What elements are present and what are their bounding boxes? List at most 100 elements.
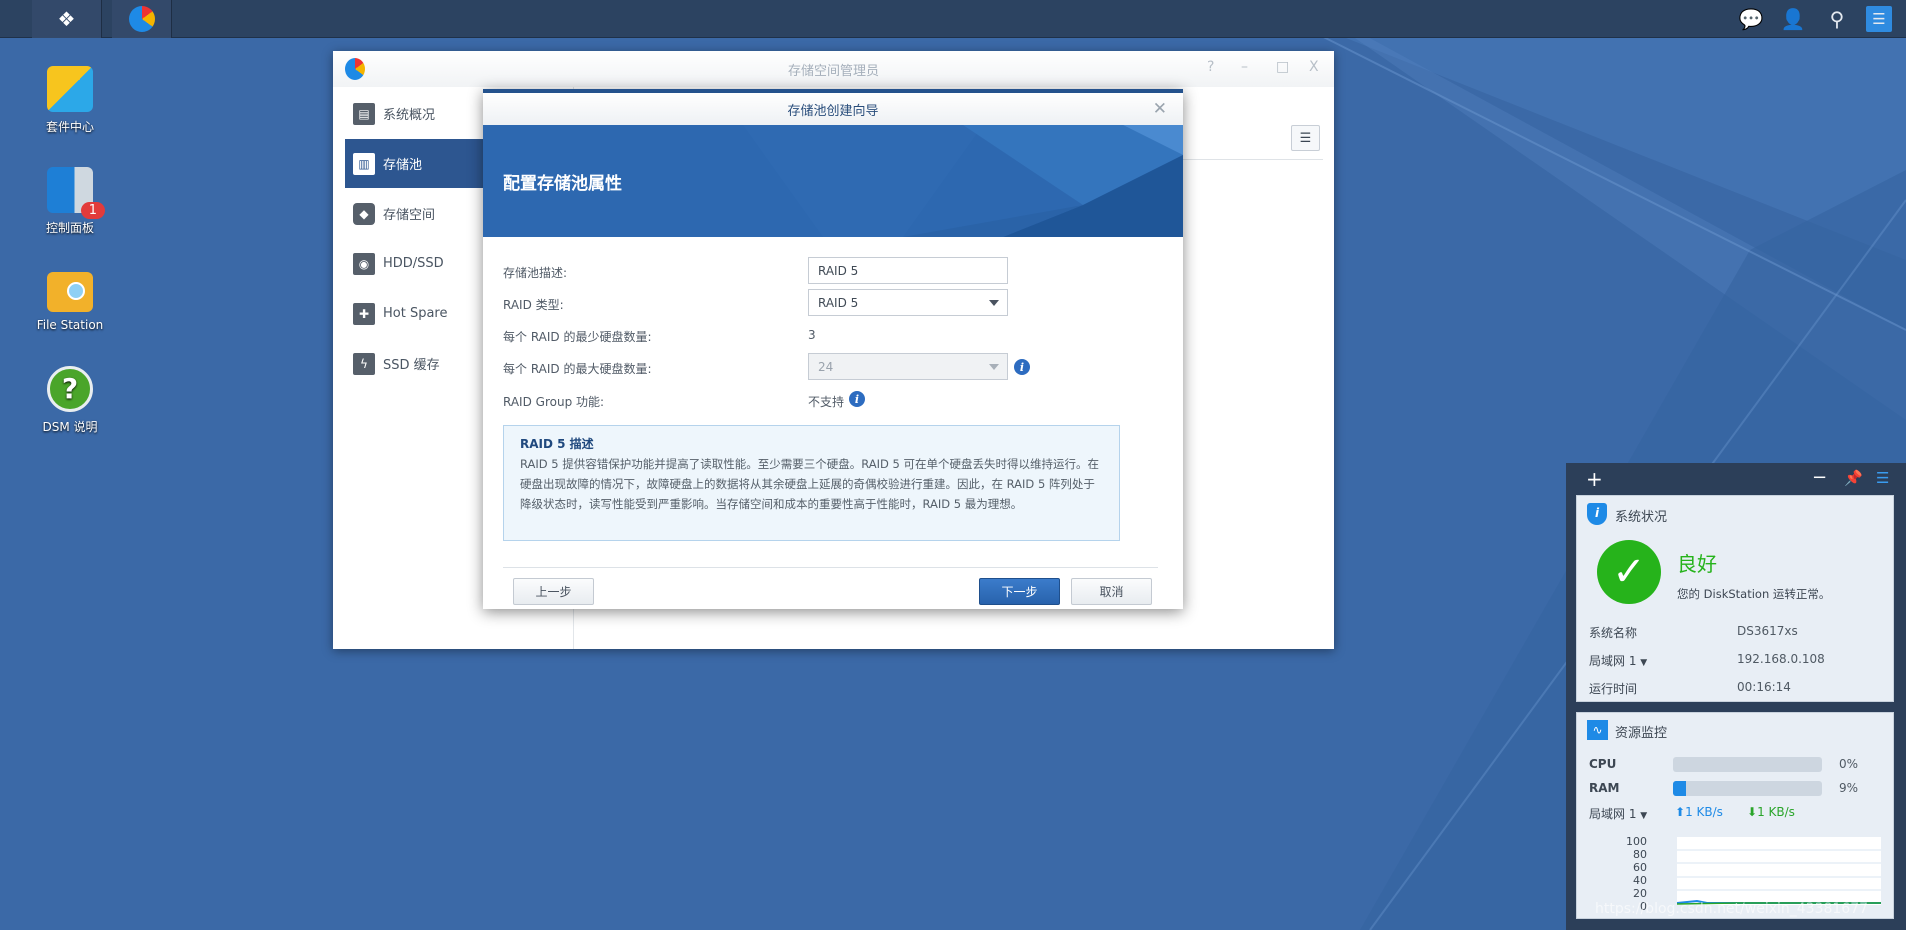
user-icon[interactable]: 👤 — [1780, 6, 1806, 32]
info-icon[interactable]: i — [1014, 359, 1030, 375]
sort-button[interactable]: ☰ — [1291, 125, 1320, 151]
sidebar-label: 系统概况 — [383, 108, 436, 123]
minimize-button[interactable]: – — [1241, 59, 1248, 75]
collapse-panel-icon[interactable]: ☰ — [1876, 469, 1889, 487]
cancel-button[interactable]: 取消 — [1071, 578, 1152, 605]
desktop-icon-dsm-help[interactable]: ? DSM 说明 — [15, 366, 125, 435]
sidebar-item-storage-pool[interactable]: ▥ 存储池 — [345, 139, 483, 188]
raid-group-value: 不支持 — [808, 395, 845, 409]
min-disks-value: 3 — [808, 328, 816, 342]
storage-pool-wizard-dialog: 存储池创建向导 ✕ 配置存储池属性 存储池描述: RAID 5 RAID 类型:… — [483, 89, 1183, 609]
main-menu-button[interactable]: ❖ — [32, 0, 102, 38]
sidebar-label: 存储空间 — [383, 208, 436, 223]
sort-icon: ☰ — [1299, 130, 1312, 146]
icon-label: File Station — [36, 318, 104, 332]
sidebar-item-volume[interactable]: ◆ 存储空间 — [345, 189, 483, 238]
sidebar-item-hot-spare[interactable]: ✚ Hot Spare — [345, 289, 483, 338]
status-message: 您的 DiskStation 运转正常。 — [1677, 587, 1831, 601]
desktop-icon-package-center[interactable]: 套件中心 — [15, 66, 125, 135]
lan-selector[interactable]: 局域网 1 ▼ — [1589, 652, 1647, 669]
watermark: https://blog.csdn.net/weixin_43381677 — [1595, 901, 1869, 917]
pin-icon[interactable]: 📌 — [1844, 469, 1863, 487]
raid-description-box: RAID 5 描述 RAID 5 提供容错保护功能并提高了读取性能。至少需要三个… — [503, 425, 1120, 541]
dialog-titlebar[interactable]: 存储池创建向导 ✕ — [483, 93, 1183, 125]
system-name-value: DS3617xs — [1737, 624, 1798, 638]
sidebar-label: SSD 缓存 — [383, 358, 440, 373]
check-icon: ✓ — [1597, 540, 1661, 604]
close-icon[interactable]: ✕ — [1153, 99, 1167, 119]
sidebar-item-ssd-cache[interactable]: ϟ SSD 缓存 — [345, 339, 483, 388]
upload-rate: ⬆1 KB/s — [1675, 805, 1723, 819]
help-button[interactable]: ? — [1207, 59, 1214, 75]
download-arrow-icon: ⬇ — [1747, 805, 1758, 819]
input-value: RAID 5 — [818, 264, 859, 278]
sidebar-item-hdd-ssd[interactable]: ◉ HDD/SSD — [345, 239, 483, 288]
next-button[interactable]: 下一步 — [979, 578, 1060, 605]
ram-bar — [1673, 781, 1822, 796]
y-tick: 40 — [1633, 874, 1647, 887]
max-disks-label: 每个 RAID 的最大硬盘数量: — [503, 362, 652, 376]
lan-label: 局域网 1 — [1589, 807, 1637, 821]
desktop-icon-control-panel[interactable]: 1 控制面板 — [15, 167, 125, 236]
uptime-label: 运行时间 — [1589, 682, 1638, 696]
main-menu-icon: ❖ — [57, 7, 76, 31]
volume-icon: ◆ — [353, 202, 375, 225]
storage-manager-icon — [128, 6, 155, 32]
control-panel-icon: 1 — [47, 167, 105, 219]
pool-description-label: 存储池描述: — [503, 266, 568, 280]
minimize-icon[interactable]: − — [1812, 467, 1827, 488]
notification-badge: 1 — [80, 202, 105, 219]
back-button[interactable]: 上一步 — [513, 578, 594, 605]
taskbar: ❖ 💬 👤 ⚲ ☰ — [0, 0, 1906, 38]
info-icon[interactable]: i — [849, 391, 865, 407]
window-titlebar[interactable]: 存储空间管理员 ? – □ X — [333, 51, 1334, 87]
dialog-title: 存储池创建向导 — [787, 103, 879, 119]
storage-pool-icon: ▥ — [353, 152, 375, 175]
chevron-down-icon: ▼ — [1640, 811, 1648, 821]
maximize-button[interactable]: □ — [1276, 59, 1289, 75]
raid-type-label: RAID 类型: — [503, 298, 564, 312]
cpu-bar — [1673, 757, 1822, 772]
overview-icon: ▤ — [353, 102, 375, 125]
wizard-heading: 配置存储池属性 — [503, 174, 622, 194]
raid-type-select[interactable]: RAID 5 — [808, 289, 1008, 316]
description-text: RAID 5 提供容错保护功能并提高了读取性能。至少需要三个硬盘。RAID 5 … — [520, 457, 1100, 511]
search-icon[interactable]: ⚲ — [1824, 6, 1850, 32]
widget-title: 系统状况 — [1615, 510, 1668, 525]
file-station-icon — [47, 272, 93, 312]
max-disks-select[interactable]: 24 — [808, 353, 1008, 380]
app-icon — [345, 58, 365, 80]
lan-selector[interactable]: 局域网 1 ▼ — [1589, 805, 1647, 822]
ram-label: RAM — [1589, 781, 1620, 795]
widget-title: 资源监控 — [1615, 726, 1668, 741]
desktop-icon-file-station[interactable]: File Station — [15, 268, 125, 332]
sidebar-item-overview[interactable]: ▤ 系统概况 — [345, 89, 483, 138]
lan-label: 局域网 1 — [1589, 654, 1637, 668]
sidebar-label: Hot Spare — [383, 306, 448, 321]
y-tick: 100 — [1626, 835, 1647, 848]
add-widget-icon[interactable]: + — [1586, 467, 1603, 491]
close-button[interactable]: X — [1309, 59, 1319, 75]
network-chart — [1677, 837, 1881, 905]
pool-description-input[interactable]: RAID 5 — [808, 257, 1008, 284]
uptime-value: 00:16:14 — [1737, 680, 1791, 694]
status-state: 良好 — [1677, 552, 1717, 576]
widgets-icon[interactable]: ☰ — [1866, 6, 1892, 32]
select-value: RAID 5 — [818, 296, 859, 310]
shield-info-icon: i — [1587, 503, 1607, 525]
wizard-banner: 配置存储池属性 — [483, 125, 1183, 237]
cpu-label: CPU — [1589, 757, 1617, 771]
ram-value: 9% — [1839, 781, 1859, 795]
y-tick: 80 — [1633, 848, 1647, 861]
cpu-value: 0% — [1839, 757, 1859, 771]
min-disks-label: 每个 RAID 的最少硬盘数量: — [503, 330, 652, 344]
chevron-down-icon — [989, 300, 999, 306]
sidebar-label: HDD/SSD — [383, 256, 444, 271]
chat-icon[interactable]: 💬 — [1738, 6, 1764, 32]
ssd-cache-icon: ϟ — [353, 352, 375, 375]
download-value: 1 KB/s — [1757, 805, 1795, 819]
taskbar-storage-manager[interactable] — [112, 0, 172, 38]
widget-panel: + − 📌 ☰ i 系统状况 ✓ 良好 您的 DiskStation 运转正常。… — [1566, 463, 1906, 930]
system-status-widget: i 系统状况 ✓ 良好 您的 DiskStation 运转正常。 系统名称 DS… — [1576, 495, 1894, 702]
ip-value: 192.168.0.108 — [1737, 652, 1825, 666]
